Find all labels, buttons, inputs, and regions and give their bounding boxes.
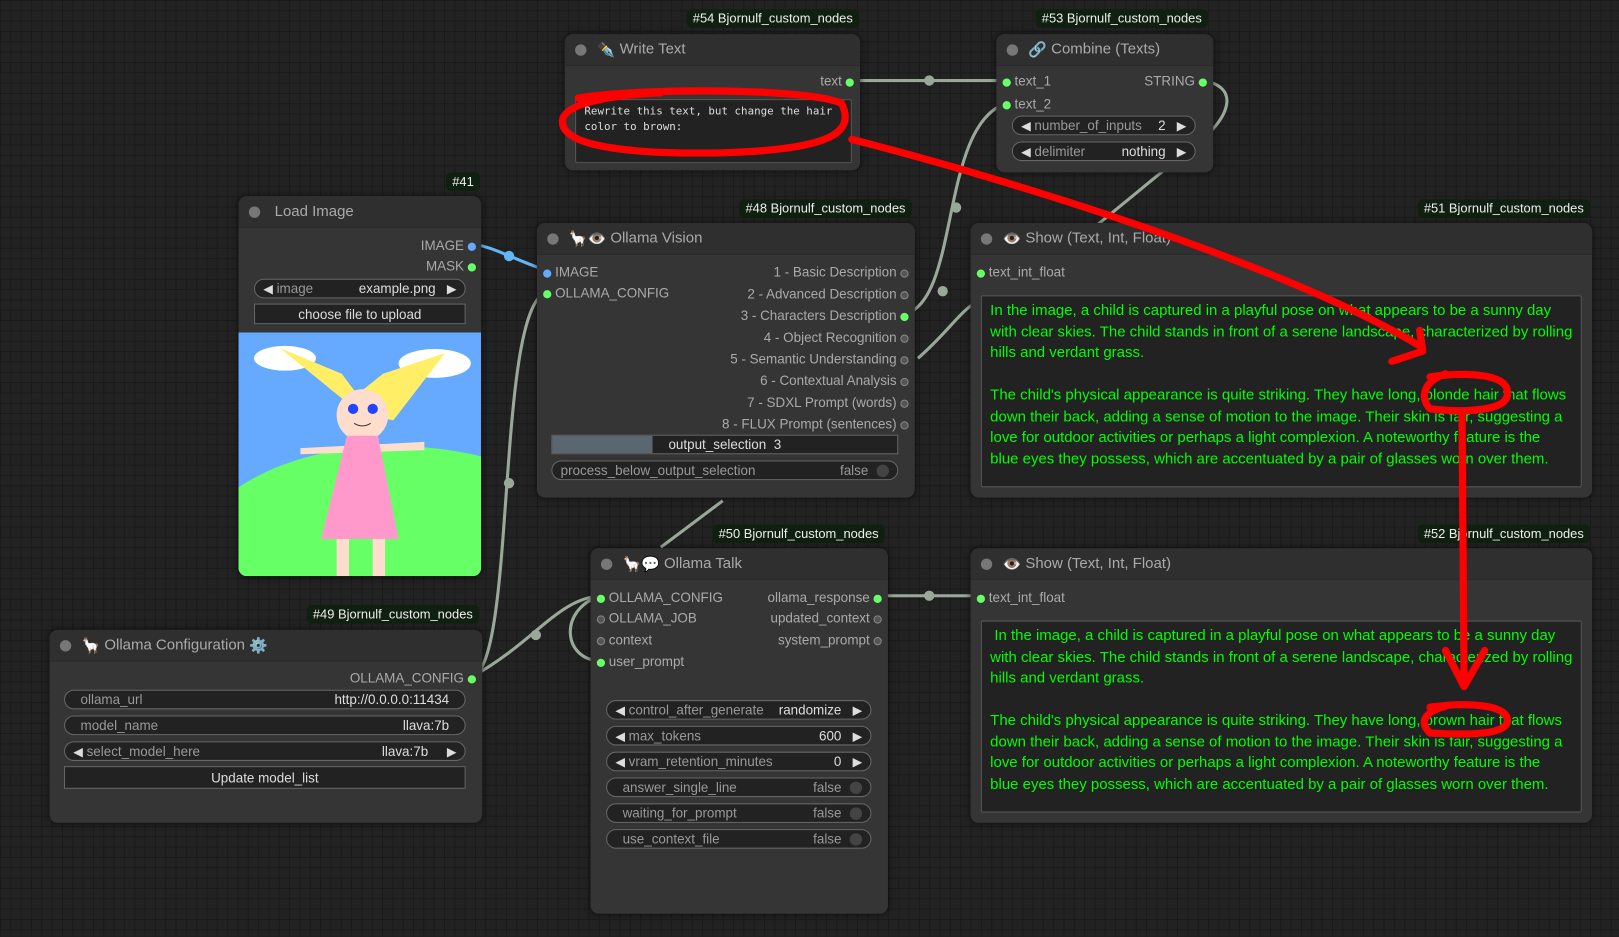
node-graph-canvas[interactable]: #54 Bjornulf_custom_nodes ✒️ Write Text t… xyxy=(0,0,1619,937)
process-below-toggle[interactable]: process_below_output_selection false xyxy=(551,460,899,481)
node-title: Show (Text, Int, Float) xyxy=(1025,230,1171,247)
output-slot-vision-7[interactable]: 7 - SDXL Prompt (words) xyxy=(747,394,909,410)
output-slot-vision-3[interactable]: 3 - Characters Description xyxy=(741,308,909,323)
node-title: Ollama Talk xyxy=(664,555,742,573)
node-title: Write Text xyxy=(619,41,686,58)
input-slot-text-2[interactable]: text_2 xyxy=(1002,96,1051,112)
write-text-node[interactable]: ✒️ Write Text text Rewrite this text, but… xyxy=(564,34,861,171)
ollama-talk-node[interactable]: 🦙💬 Ollama Talk OLLAMA_CONFIG OLLAMA_JOB c… xyxy=(590,548,888,914)
use-context-file-toggle[interactable]: use_context_file false xyxy=(606,829,872,849)
ollama-url-field[interactable]: ollama_url http://0.0.0.0:11434 xyxy=(64,689,466,710)
preview-image xyxy=(238,332,482,577)
control-after-generate-widget[interactable]: ◀ control_after_generate randomize ▶ xyxy=(606,700,872,720)
output-slot-image[interactable]: IMAGE xyxy=(421,237,476,253)
waiting-for-prompt-toggle[interactable]: waiting_for_prompt false xyxy=(606,803,872,823)
output-slot-vision-1[interactable]: 1 - Basic Description xyxy=(774,264,909,280)
collapse-dot[interactable] xyxy=(59,639,72,651)
text-input[interactable]: Rewrite this text, but change the hair c… xyxy=(575,99,852,164)
node-title-bar[interactable]: ✒️ Write Text xyxy=(564,34,861,67)
input-slot-context[interactable]: context xyxy=(596,632,652,647)
node-badge: #49 Bjornulf_custom_nodes xyxy=(306,605,480,624)
collapse-dot[interactable] xyxy=(600,558,613,570)
node-badge: #48 Bjornulf_custom_nodes xyxy=(739,199,912,218)
collapse-dot[interactable] xyxy=(575,43,587,56)
node-title: Combine (Texts) xyxy=(1051,41,1161,58)
node-title-bar[interactable]: Load Image xyxy=(238,196,482,229)
node-title-bar[interactable]: 🦙 Ollama Configuration ⚙️ xyxy=(49,629,483,662)
output-slot-ollama-config[interactable]: OLLAMA_CONFIG xyxy=(350,670,476,686)
collapse-dot[interactable] xyxy=(980,232,993,245)
output-slot-vision-8[interactable]: 8 - FLUX Prompt (sentences) xyxy=(722,416,909,432)
number-of-inputs-widget[interactable]: ◀ number_of_inputs 2 ▶ xyxy=(1011,115,1196,136)
output-slot-mask[interactable]: MASK xyxy=(426,258,476,274)
output-slot-vision-2[interactable]: 2 - Advanced Description xyxy=(747,286,909,301)
ollama-vision-node[interactable]: 🦙👁️ Ollama Vision IMAGE OLLAMA_CONFIG 1 -… xyxy=(536,223,915,498)
combine-texts-node[interactable]: 🔗 Combine (Texts) text_1 text_2 STRING ◀ … xyxy=(996,34,1214,173)
input-slot-text-int-float[interactable]: text_int_float xyxy=(976,590,1065,605)
vram-retention-widget[interactable]: ◀ vram_retention_minutes 0 ▶ xyxy=(606,751,872,772)
input-slot-ollama-config[interactable]: OLLAMA_CONFIG xyxy=(543,285,669,300)
output-slot-system-prompt[interactable]: system_prompt xyxy=(778,632,882,647)
wire-config-to-talk xyxy=(472,594,602,678)
node-badge: #41 xyxy=(446,172,480,192)
output-text-display[interactable]: In the image, a child is captured in a p… xyxy=(980,295,1582,488)
node-title: Load Image xyxy=(274,203,354,220)
input-slot-user-prompt[interactable]: user_prompt xyxy=(596,654,684,669)
upload-button[interactable]: choose file to upload xyxy=(253,303,466,325)
node-title-bar[interactable]: 👁️ Show (Text, Int, Float) xyxy=(970,223,1593,256)
link-icon: 🔗 xyxy=(1028,41,1048,59)
output-slot-text[interactable]: text xyxy=(820,73,854,89)
gear-icon: ⚙️ xyxy=(249,637,268,655)
node-title: Ollama Vision xyxy=(610,230,703,247)
output-slot-updated-context[interactable]: updated_context xyxy=(770,610,882,626)
wire-config-to-vision xyxy=(472,290,547,678)
output-slot-ollama-response[interactable]: ollama_response xyxy=(768,590,882,605)
node-title-bar[interactable]: 🔗 Combine (Texts) xyxy=(996,34,1214,67)
node-badge: #51 Bjornulf_custom_nodes xyxy=(1417,199,1591,218)
answer-single-line-toggle[interactable]: answer_single_line false xyxy=(606,777,872,798)
node-title-bar[interactable]: 👁️ Show (Text, Int, Float) xyxy=(970,548,1593,581)
node-title-bar[interactable]: 🦙💬 Ollama Talk xyxy=(590,548,888,581)
node-badge: #54 Bjornulf_custom_nodes xyxy=(686,9,860,28)
input-slot-image[interactable]: IMAGE xyxy=(543,264,598,280)
show-text-node-52[interactable]: 👁️ Show (Text, Int, Float) text_int_float… xyxy=(970,548,1593,823)
node-badge: #53 Bjornulf_custom_nodes xyxy=(1035,9,1208,28)
llama-icon: 🦙 xyxy=(81,637,101,655)
node-title: Show (Text, Int, Float) xyxy=(1025,555,1171,573)
node-badge: #52 Bjornulf_custom_nodes xyxy=(1417,524,1591,544)
input-slot-text-1[interactable]: text_1 xyxy=(1002,73,1051,89)
output-slot-vision-5[interactable]: 5 - Semantic Understanding xyxy=(730,351,909,367)
slider-fill xyxy=(552,435,653,454)
pen-icon: ✒️ xyxy=(596,41,616,59)
input-slot-ollama-config[interactable]: OLLAMA_CONFIG xyxy=(596,590,723,605)
model-name-field[interactable]: model_name llava:7b xyxy=(64,715,466,736)
collapse-dot[interactable] xyxy=(547,232,559,245)
output-slot-vision-4[interactable]: 4 - Object Recognition xyxy=(764,329,909,345)
node-badge: #50 Bjornulf_custom_nodes xyxy=(712,524,885,544)
collapse-dot[interactable] xyxy=(248,205,261,218)
max-tokens-widget[interactable]: ◀ max_tokens 600 ▶ xyxy=(606,725,872,746)
output-text-display[interactable]: In the image, a child is captured in a p… xyxy=(980,620,1582,813)
image-select-widget[interactable]: ◀ image example.png ▶ xyxy=(253,278,466,299)
update-model-list-button[interactable]: Update model_list xyxy=(64,766,466,789)
output-slot-string[interactable]: STRING xyxy=(1144,73,1207,89)
ollama-configuration-node[interactable]: 🦙 Ollama Configuration ⚙️ OLLAMA_CONFIG o… xyxy=(49,629,483,823)
output-selection-slider[interactable]: output_selection 3 xyxy=(551,434,899,455)
collapse-dot[interactable] xyxy=(1006,43,1019,56)
eye-icon: 👁️ xyxy=(1002,230,1022,248)
eye-icon: 👁️ xyxy=(1002,556,1022,573)
input-slot-text-int-float[interactable]: text_int_float xyxy=(976,264,1065,280)
show-text-node-51[interactable]: 👁️ Show (Text, Int, Float) text_int_float… xyxy=(970,223,1593,498)
select-model-widget[interactable]: ◀ select_model_here llava:7b ▶ xyxy=(64,741,466,761)
output-slot-vision-6[interactable]: 6 - Contextual Analysis xyxy=(760,373,909,388)
delimiter-widget[interactable]: ◀ delimiter nothing ▶ xyxy=(1011,141,1196,162)
load-image-node[interactable]: Load Image IMAGE MASK ◀ image example.png… xyxy=(238,196,482,577)
input-slot-ollama-job[interactable]: OLLAMA_JOB xyxy=(596,610,697,626)
node-title-bar[interactable]: 🦙👁️ Ollama Vision xyxy=(536,223,915,256)
node-title: Ollama Configuration xyxy=(104,637,245,654)
wire-image xyxy=(471,242,547,272)
llama-speech-icon: 🦙💬 xyxy=(622,556,660,573)
llama-eye-icon: 🦙👁️ xyxy=(568,230,607,248)
collapse-dot[interactable] xyxy=(980,558,993,570)
